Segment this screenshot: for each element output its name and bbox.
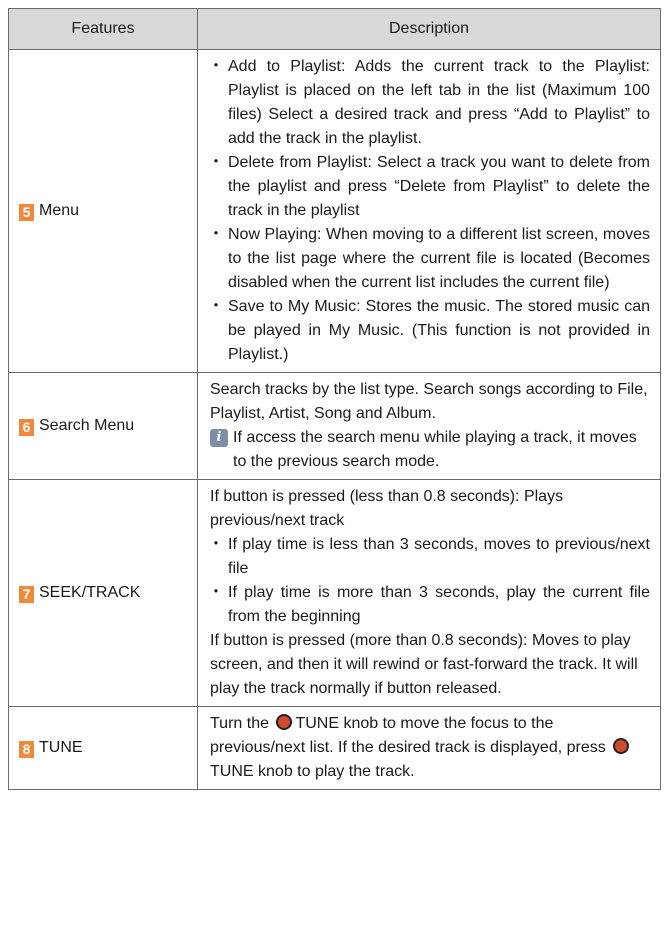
info-icon: i (210, 429, 228, 447)
text-part: knob to play the track. (258, 763, 415, 780)
list-item: If play time is more than 3 seconds, pla… (208, 581, 650, 629)
text-part: knob to move the focus to the previous/n… (210, 715, 606, 756)
number-badge: 5 (19, 203, 34, 221)
feature-name: TUNE (39, 738, 83, 756)
description-text: Search tracks by the list type. Search s… (210, 381, 648, 422)
tune-knob-icon (613, 738, 630, 754)
feature-cell: 6 Search Menu (8, 372, 198, 480)
number-badge: 6 (19, 418, 34, 436)
bullet-list: If play time is less than 3 seconds, mov… (208, 533, 650, 629)
number-badge: 8 (19, 740, 34, 758)
knob-label: TUNE (210, 763, 254, 780)
feature-name: SEEK/TRACK (39, 583, 141, 601)
knob-label: TUNE (295, 715, 340, 732)
table-row: 6 Search Menu Search tracks by the list t… (8, 372, 661, 480)
list-item: Now Playing: When moving to a different … (208, 223, 650, 295)
description-cell: Add to Playlist: Adds the current track … (197, 49, 661, 373)
table-row: 5 Menu Add to Playlist: Adds the current … (8, 49, 661, 373)
note: i If access the search menu while playing… (210, 426, 650, 474)
description-text: Turn the TUNE knob to move the focus to … (210, 712, 650, 784)
description-cell: Search tracks by the list type. Search s… (197, 372, 661, 480)
feature-name: Menu (39, 201, 80, 219)
feature-name: Search Menu (39, 416, 135, 434)
feature-cell: 7 SEEK/TRACK (8, 479, 198, 707)
description-cell: If button is pressed (less than 0.8 seco… (197, 479, 661, 707)
feature-cell: 5 Menu (8, 49, 198, 373)
list-item: If play time is less than 3 seconds, mov… (208, 533, 650, 581)
description-text: If button is pressed (less than 0.8 seco… (210, 488, 564, 529)
feature-cell: 8 TUNE (8, 706, 198, 790)
text-part: Turn the (210, 715, 269, 732)
description-column-header: Description (197, 8, 661, 50)
table-header-row: Features Description (8, 8, 661, 50)
table-row: 8 TUNE Turn the TUNE knob to move the foc… (8, 706, 661, 790)
tune-knob-icon (276, 714, 293, 730)
table-row: 7 SEEK/TRACK If button is pressed (less t… (8, 479, 661, 707)
list-item: Delete from Playlist: Select a track you… (208, 151, 650, 223)
description-cell: Turn the TUNE knob to move the focus to … (197, 706, 661, 790)
features-column-header: Features (8, 8, 198, 50)
number-badge: 7 (19, 585, 34, 603)
features-table: Features Description 5 Menu Add to Playli… (8, 8, 661, 790)
list-item: Save to My Music: Stores the music. The … (208, 295, 650, 367)
note-text: If access the search menu while playing … (233, 429, 637, 470)
list-item: Add to Playlist: Adds the current track … (208, 55, 650, 151)
description-text: If button is pressed (more than 0.8 seco… (210, 632, 638, 697)
bullet-list: Add to Playlist: Adds the current track … (208, 55, 650, 367)
